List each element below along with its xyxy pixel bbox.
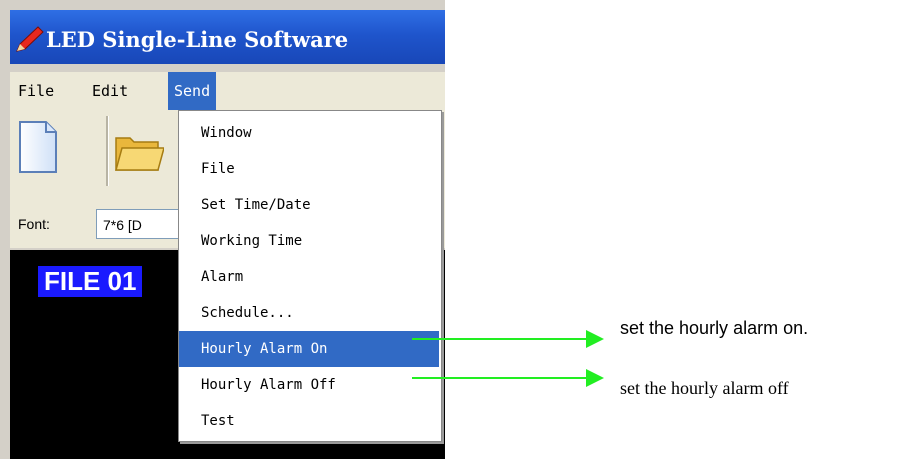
menu-item-schedule[interactable]: Schedule... xyxy=(179,295,439,331)
annotation-alarm-off: set the hourly alarm off xyxy=(620,378,789,398)
font-select[interactable]: 7*6 [D xyxy=(96,209,186,239)
menu-item-set-time-date[interactable]: Set Time/Date xyxy=(179,187,439,223)
menu-item-hourly-alarm-on[interactable]: Hourly Alarm On xyxy=(179,331,439,367)
title-bar[interactable]: LED Single-Line Software xyxy=(10,10,445,64)
window-title: LED Single-Line Software xyxy=(46,27,349,52)
window-border xyxy=(0,0,10,459)
annotation-alarm-on: set the hourly alarm on. xyxy=(620,318,809,338)
pencil-icon xyxy=(16,26,44,52)
open-folder-icon[interactable] xyxy=(114,130,164,174)
send-menu-dropdown: Window File Set Time/Date Working Time A… xyxy=(178,110,442,442)
arrow-head-alarm-on xyxy=(586,330,604,348)
menu-item-window[interactable]: Window xyxy=(179,115,439,151)
menu-file[interactable]: File xyxy=(12,72,60,110)
toolbar-separator xyxy=(106,116,109,186)
menu-send[interactable]: Send xyxy=(168,72,217,110)
menu-item-alarm[interactable]: Alarm xyxy=(179,259,439,295)
menu-item-working-time[interactable]: Working Time xyxy=(179,223,439,259)
menu-item-file[interactable]: File xyxy=(179,151,439,187)
preview-text: FILE 01 xyxy=(38,266,143,297)
menu-edit[interactable]: Edit xyxy=(86,72,134,110)
new-file-icon[interactable] xyxy=(18,120,58,174)
menu-bar: File Edit Send xyxy=(10,72,445,111)
font-label: Font: xyxy=(18,216,50,232)
arrow-head-alarm-off xyxy=(586,369,604,387)
menu-item-test[interactable]: Test xyxy=(179,403,439,439)
menu-item-hourly-alarm-off[interactable]: Hourly Alarm Off xyxy=(179,367,439,403)
app-window: LED Single-Line Software File Edit Send … xyxy=(0,0,445,459)
